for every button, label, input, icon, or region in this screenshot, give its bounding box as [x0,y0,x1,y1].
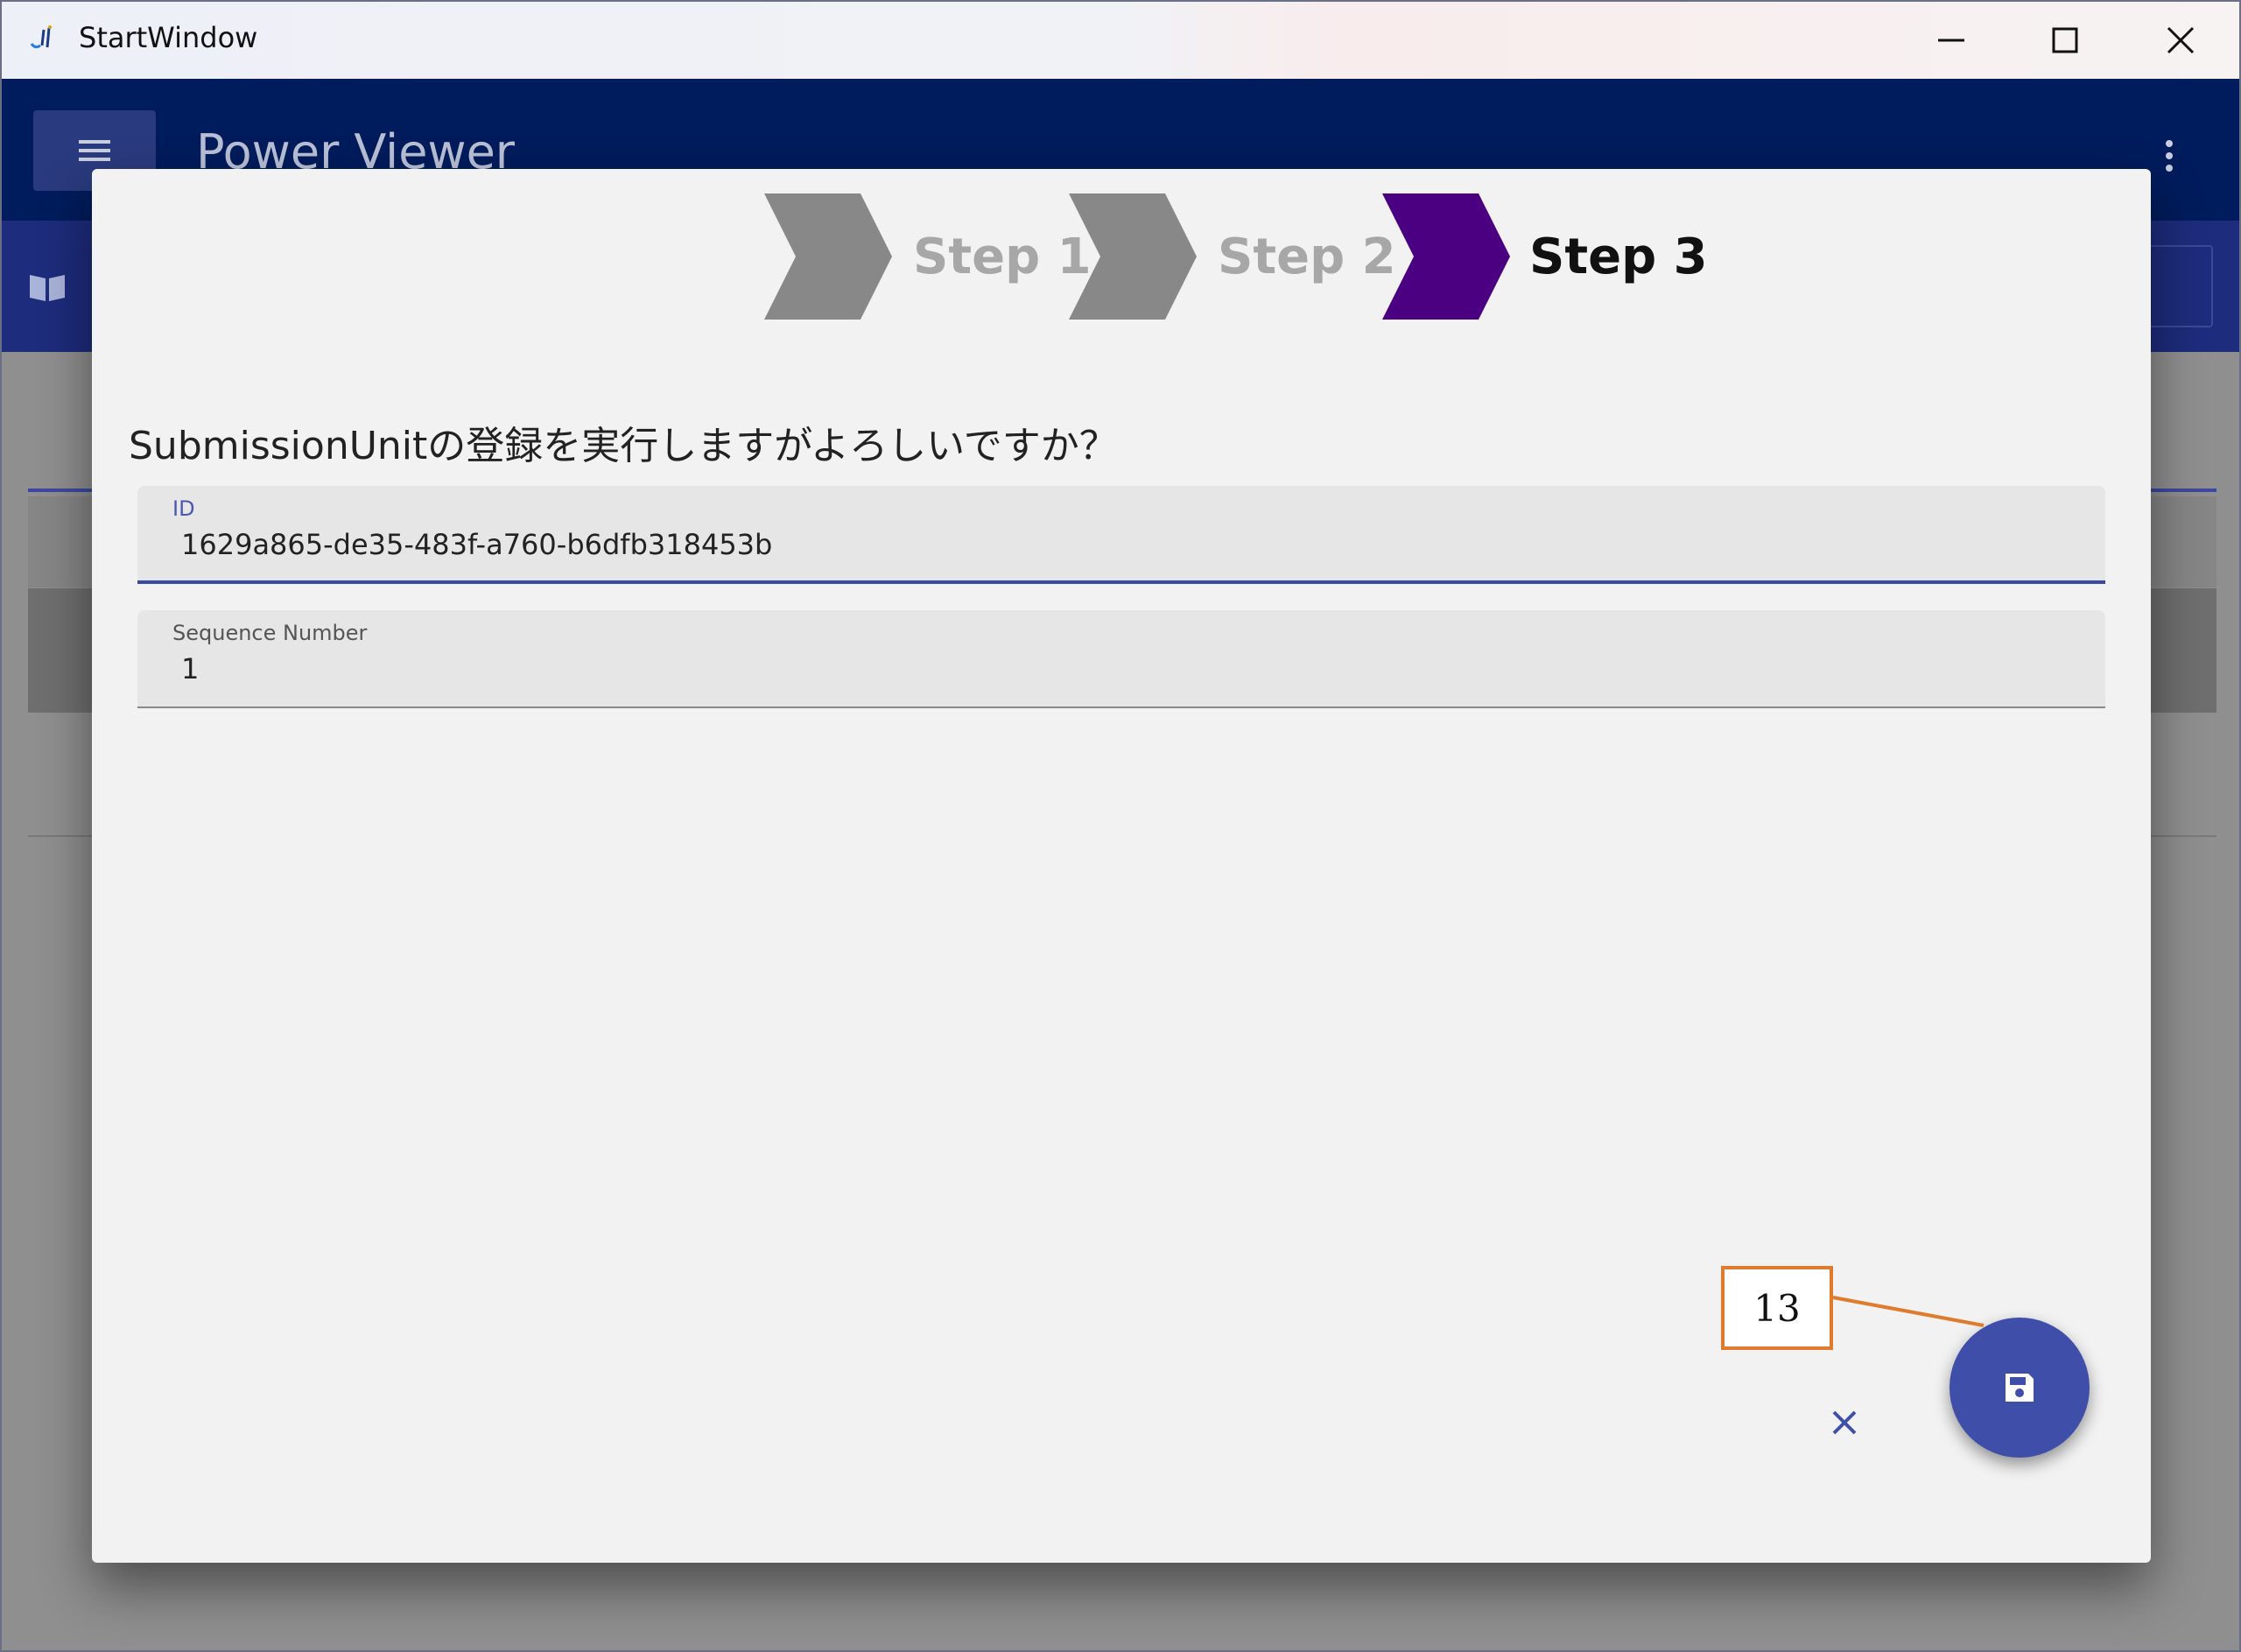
minimize-icon [1938,39,1964,42]
start-window: StartWindow Power Viewer Step 1 Step 2 S… [0,0,2241,1652]
step-3-label: Step 3 [1529,228,1708,285]
stepper: Step 1 Step 2 Step 3 [92,183,2151,320]
confirm-dialog: Step 1 Step 2 Step 3 SubmissionUnitの登録を実… [92,169,2151,1563]
step-2-chevron-icon [1069,193,1197,320]
cancel-button[interactable] [1815,1393,1874,1452]
id-field-label: ID [172,496,195,521]
close-icon [1832,1410,1857,1435]
step-1-chevron-icon [764,193,892,320]
window-title: StartWindow [79,21,258,54]
confirm-question: SubmissionUnitの登録を実行しますがよろしいですか？ [129,424,1118,468]
close-icon [2167,26,2195,54]
sequence-number-field[interactable]: Sequence Number 1 [137,610,2105,708]
sequence-number-label: Sequence Number [172,621,368,645]
maximize-button[interactable] [2008,2,2122,79]
more-options-button[interactable] [2152,135,2187,177]
id-field[interactable]: ID 1629a865-de35-483f-a760-b6dfb318453b [137,486,2105,584]
id-field-value: 1629a865-de35-483f-a760-b6dfb318453b [181,528,773,561]
step-3-chevron-icon [1382,193,1510,320]
save-icon [2006,1374,2034,1402]
step-1-label: Step 1 [913,228,1092,285]
kebab-icon [2166,140,2173,172]
title-bar: StartWindow [2,2,2239,79]
app-icon [26,23,58,54]
step-2-label: Step 2 [1218,228,1396,285]
close-window-button[interactable] [2124,2,2237,79]
save-button[interactable] [1949,1318,2090,1458]
callout-number: 13 [1721,1266,1833,1350]
maximize-icon [2052,27,2078,53]
minimize-button[interactable] [1894,2,2008,79]
hamburger-icon [79,140,110,161]
sequence-number-value: 1 [181,652,200,685]
book-icon [30,275,65,301]
